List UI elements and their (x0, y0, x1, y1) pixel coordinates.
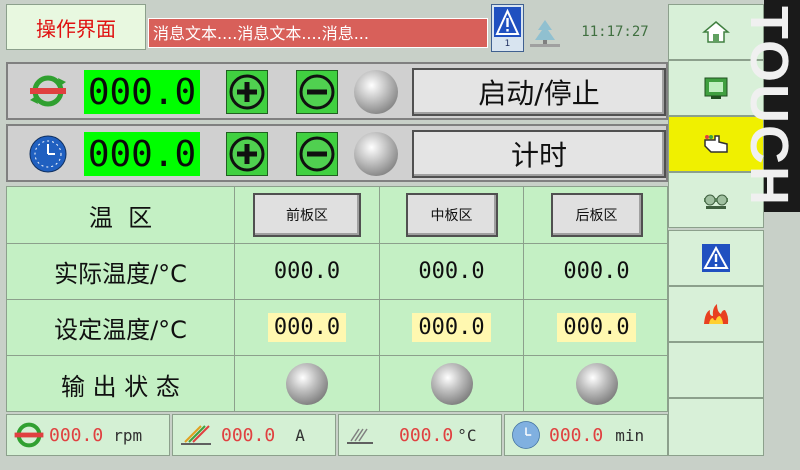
settings-icon (704, 194, 728, 209)
front-actual-temp: 000.0 (273, 259, 341, 284)
middle-actual-temp: 000.0 (418, 259, 485, 284)
set-temp-label-cell: 设定温度/°C (7, 300, 235, 356)
footer-temp-panel: 000.0 °C (338, 414, 502, 456)
clock: 11:17:27 (581, 24, 649, 40)
nav-heating-button[interactable] (668, 286, 764, 342)
alarm-count: 1 (504, 39, 511, 49)
table-cell: 000.0 (380, 300, 524, 356)
output-state-label-cell: 输 出 状 态 (7, 356, 235, 412)
speed-increase-button[interactable] (226, 70, 268, 114)
rear-output-lamp (575, 363, 618, 405)
middle-zone-header-cell: 中板区 (380, 187, 524, 244)
output-state-label: 输 出 状 态 (61, 372, 180, 401)
timer-value-display: 000.0 (84, 132, 200, 176)
table-cell: 000.0 (380, 244, 524, 300)
table-cell (524, 356, 669, 412)
home-icon (702, 21, 730, 43)
middle-output-lamp (430, 363, 473, 405)
footer-temp-unit: °C (457, 425, 477, 445)
rear-zone-button[interactable]: 后板区 (550, 193, 643, 237)
plus-icon (229, 136, 265, 172)
footer-rpm-value: 000.0 (49, 424, 104, 446)
table-cell: 000.0 (235, 300, 380, 356)
zone-header-label: 温 区 (88, 203, 153, 232)
heater-icon (347, 428, 373, 444)
front-zone-header-cell: 前板区 (235, 187, 380, 244)
actual-temp-label: 实际温度/°C (54, 260, 187, 288)
alarm-indicator-button[interactable]: 1 (491, 4, 524, 52)
speed-status-lamp (354, 70, 398, 114)
timer-button[interactable]: 计时 (412, 130, 666, 178)
speed-control-row: 000.0 启动/停止 (6, 62, 668, 120)
message-marquee: 消息文本....消息文本....消息... (148, 18, 488, 48)
minus-icon (299, 74, 335, 110)
speed-value-display: 000.0 (84, 70, 200, 114)
footer-current-panel: 000.0 A (172, 414, 336, 456)
screen-title: 操作界面 (36, 16, 116, 41)
rear-actual-temp: 000.0 (563, 259, 630, 284)
footer-time-panel: 000.0 min (504, 414, 668, 456)
footer-rpm-unit: rpm (113, 425, 143, 445)
actual-temp-label-cell: 实际温度/°C (7, 244, 235, 300)
temperature-zone-table: 温 区 前板区 中板区 后板区 实际温度/°C 000.0 000.0 000.… (6, 186, 669, 412)
touch-brand-strip: TOUCH (739, 0, 800, 212)
clock-icon (512, 421, 540, 449)
middle-zone-button[interactable]: 中板区 (405, 193, 498, 237)
footer-current-value: 000.0 (221, 424, 276, 446)
nav-alarm-button[interactable] (668, 230, 764, 286)
footer-time-value: 000.0 (549, 424, 604, 446)
screen-icon (704, 77, 728, 99)
start-stop-button[interactable]: 启动/停止 (412, 68, 666, 116)
plus-icon (229, 74, 265, 110)
table-cell: 000.0 (235, 244, 380, 300)
fire-icon (704, 304, 729, 324)
rear-set-temp-input[interactable]: 000.0 (557, 313, 636, 342)
timer-status-lamp (354, 132, 398, 176)
footer-temp-value: 000.0 (399, 424, 454, 446)
motor-icon (30, 75, 66, 107)
zone-header-cell: 温 区 (7, 187, 235, 244)
table-cell (235, 356, 380, 412)
nav-empty-button[interactable] (668, 342, 764, 398)
rear-zone-header-cell: 后板区 (524, 187, 669, 244)
front-zone-button[interactable]: 前板区 (253, 193, 361, 237)
timer-control-row: 000.0 计时 (6, 124, 668, 182)
clock-icon (29, 135, 67, 173)
tree-icon (528, 16, 562, 48)
motor-icon (14, 422, 44, 448)
speed-decrease-button[interactable] (296, 70, 338, 114)
hand-point-icon (704, 135, 728, 153)
screen-title-tab[interactable]: 操作界面 (6, 4, 146, 50)
table-cell: 000.0 (524, 300, 669, 356)
set-temp-label: 设定温度/°C (54, 316, 187, 344)
front-set-temp-input[interactable]: 000.0 (267, 313, 347, 342)
footer-time-unit: min (615, 425, 645, 445)
minus-icon (299, 136, 335, 172)
table-cell: 000.0 (524, 244, 669, 300)
warning-icon (702, 244, 730, 272)
timer-decrease-button[interactable] (296, 132, 338, 176)
nav-empty-button-2[interactable] (668, 398, 764, 456)
touch-brand-text: TOUCH (739, 6, 799, 208)
table-cell (380, 356, 524, 412)
front-output-lamp (286, 363, 328, 405)
current-meter-icon (181, 425, 211, 445)
timer-increase-button[interactable] (226, 132, 268, 176)
middle-set-temp-input[interactable]: 000.0 (412, 313, 491, 342)
footer-rpm-panel: 000.0 rpm (6, 414, 170, 456)
footer-current-unit: A (295, 425, 305, 445)
